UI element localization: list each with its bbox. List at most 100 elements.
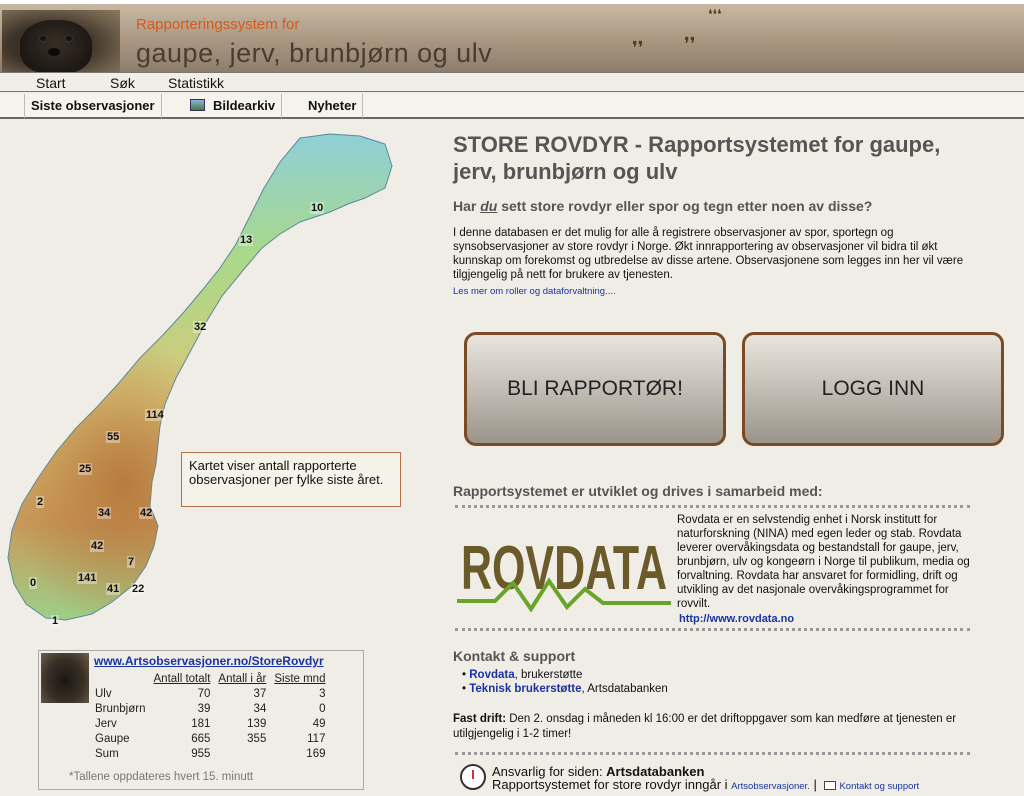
county-count: 42 — [139, 507, 154, 519]
month-count: 3 — [319, 687, 326, 700]
menu-statistics[interactable]: Statistikk — [168, 75, 224, 91]
footer-text: Rapportsystemet for store rovdyr inngår … — [492, 777, 732, 792]
list-item: • Teknisk brukerstøtte, Artsdatabanken — [462, 683, 668, 695]
rovdata-logo-text: ROVDATA — [461, 534, 667, 603]
total-count: 39 — [197, 702, 211, 715]
intro-text: I denne databasen er det mulig for alle … — [453, 227, 964, 281]
county-count: 7 — [127, 556, 136, 568]
menu-start[interactable]: Start — [36, 75, 66, 91]
month-count: 117 — [307, 732, 326, 745]
table-header-row: Antall totalt Antall i år Siste mnd — [91, 671, 329, 686]
list-item: • Rovdata, brukerstøtte — [462, 669, 583, 681]
norway-map-graphic — [7, 133, 393, 621]
county-count: 34 — [97, 507, 112, 519]
county-count: 22 — [131, 583, 146, 595]
artsobservasjoner-footer-link[interactable]: Artsobservasjoner. — [731, 781, 810, 792]
register-button[interactable]: BLI RAPPORTØR! — [464, 332, 726, 446]
contact-support-link[interactable]: Kontakt og support — [839, 781, 919, 792]
tab-news[interactable]: Nyheter — [302, 94, 364, 118]
dotted-divider — [455, 505, 970, 508]
nose-icon — [48, 48, 60, 56]
table-row: Sum 955 169 — [91, 746, 329, 761]
month-count: 169 — [306, 747, 326, 760]
map-note: Kartet viser antall rapporterte observas… — [181, 452, 401, 507]
year-count: 139 — [247, 717, 267, 730]
maintenance-text: Den 2. onsdag i måneden kl 16:00 er det … — [453, 713, 957, 740]
contact2-text: , Artsdatabanken — [581, 683, 668, 695]
wolverine-thumbnail — [41, 653, 89, 703]
species-name: Jerv — [95, 717, 117, 730]
county-count: 42 — [90, 540, 105, 552]
question-pre: Har — [453, 198, 481, 214]
dotted-divider — [455, 752, 970, 755]
contact-list: • Rovdata, brukerstøtte • Teknisk bruker… — [462, 668, 668, 696]
county-count: 114 — [145, 409, 165, 421]
paw-print-icon: ❛❛❛ — [708, 6, 722, 22]
species-name: Sum — [95, 747, 119, 760]
county-count: 2 — [36, 496, 45, 508]
main-menu: Start Søk Statistikk — [0, 72, 1024, 92]
eye-icon — [66, 36, 72, 41]
footer-separator: | — [809, 777, 821, 792]
total-count: 181 — [191, 717, 211, 730]
technical-support-link[interactable]: Teknisk brukerstøtte — [469, 683, 581, 695]
footer-line: Rapportsystemet for store rovdyr inngår … — [492, 777, 919, 792]
header-title: gaupe, jerv, brunbjørn og ulv — [136, 38, 493, 68]
partner-heading: Rapportsystemet er utviklet og drives i … — [453, 483, 823, 499]
total-count: 70 — [197, 687, 211, 700]
page-title: STORE ROVDYR - Rapportsystemet for gaupe… — [453, 132, 941, 184]
year-count: 34 — [253, 702, 267, 715]
norway-map[interactable]: 10 13 32 114 55 25 2 34 42 42 7 0 141 41… — [0, 126, 420, 636]
species-name: Brunbjørn — [95, 702, 146, 715]
login-button[interactable]: LOGG INN — [742, 332, 1004, 446]
sub-menu: Siste observasjoner Bildearkiv Nyheter — [0, 94, 1024, 119]
tab-image-archive-label: Bildearkiv — [213, 98, 276, 113]
dotted-divider — [455, 628, 970, 631]
tab-image-archive[interactable]: Bildearkiv — [184, 94, 283, 118]
county-count: 0 — [29, 577, 38, 589]
more-info-link[interactable]: Les mer om roller og dataforvaltning.... — [453, 286, 616, 297]
rovdata-logo[interactable]: ROVDATA — [455, 513, 673, 615]
table-row: Jerv 181 139 49 — [91, 716, 329, 731]
wolverine-photo — [2, 10, 120, 74]
county-count: 41 — [106, 583, 121, 595]
stats-footnote: *Tallene oppdateres hvert 15. minutt — [69, 771, 254, 783]
year-count: 37 — [253, 687, 267, 700]
month-count: 49 — [312, 717, 326, 730]
stats-box: www.Artsobservasjoner.no/StoreRovdyr Ant… — [38, 650, 364, 790]
rovdata-support-link[interactable]: Rovdata — [469, 669, 514, 681]
wolverine-face — [20, 20, 92, 74]
eye-icon — [40, 36, 46, 41]
column-header: Siste mnd — [274, 672, 326, 685]
column-header: Antall i år — [218, 672, 267, 685]
species-name: Ulv — [95, 687, 112, 700]
rovdata-link[interactable]: http://www.rovdata.no — [679, 613, 794, 625]
year-count: 355 — [247, 732, 267, 745]
tab-latest-observations[interactable]: Siste observasjoner — [24, 94, 162, 118]
clock-icon — [460, 764, 486, 790]
species-name: Gaupe — [95, 732, 130, 745]
table-row: Ulv 70 37 3 — [91, 686, 329, 701]
menu-search[interactable]: Søk — [110, 75, 135, 91]
contact-heading: Kontakt & support — [453, 648, 576, 664]
header-subtitle: Rapporteringssystem for — [136, 16, 300, 33]
header-banner: Rapporteringssystem for gaupe, jerv, bru… — [0, 0, 1024, 74]
month-count: 0 — [319, 702, 326, 715]
county-count: 25 — [78, 463, 93, 475]
table-row: Gaupe 665 355 117 — [91, 731, 329, 746]
county-count: 1 — [51, 615, 60, 627]
total-count: 955 — [191, 747, 211, 760]
image-icon — [190, 99, 205, 111]
county-count: 13 — [239, 234, 254, 246]
county-count: 141 — [77, 572, 98, 584]
artsobservasjoner-link[interactable]: www.Artsobservasjoner.no/StoreRovdyr — [94, 654, 324, 668]
question-emphasis: du — [480, 198, 498, 214]
year-count — [214, 746, 270, 761]
table-row: Brunbjørn 39 34 0 — [91, 701, 329, 716]
county-count: 32 — [193, 321, 208, 333]
county-count: 10 — [310, 202, 325, 214]
question-heading: Har du sett store rovdyr eller spor og t… — [453, 198, 872, 214]
maintenance-label: Fast drift: — [453, 713, 507, 725]
stats-footnote-text: Tallene oppdateres hvert 15. minutt — [73, 771, 254, 783]
rovdata-description: Rovdata er en selvstendig enhet i Norsk … — [677, 514, 970, 610]
